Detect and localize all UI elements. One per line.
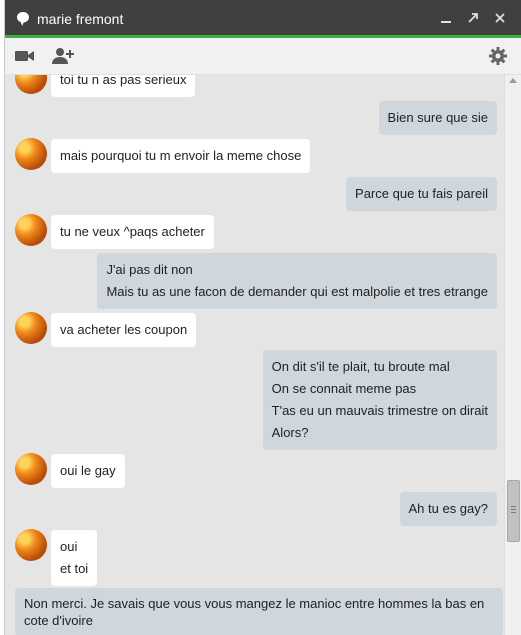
outgoing-message: Ah tu es gay?: [399, 492, 497, 526]
outgoing-message: Bien sure que sie: [378, 101, 497, 135]
scroll-thumb[interactable]: [507, 480, 520, 542]
outgoing-message: Parce que tu fais pareil: [346, 177, 497, 211]
grip-line: [511, 506, 516, 507]
chat-window: marie fremont toi tu n as pas serieux Bi…: [4, 0, 521, 635]
video-call-icon[interactable]: [13, 46, 37, 66]
scroll-up-arrow-icon[interactable]: [509, 78, 517, 83]
contact-avatar: [15, 75, 47, 94]
chat-titlebar[interactable]: marie fremont: [5, 0, 521, 38]
settings-icon[interactable]: [486, 46, 510, 66]
grip-line: [511, 512, 516, 513]
message-scrollbar[interactable]: [504, 75, 521, 635]
add-person-icon[interactable]: [51, 46, 75, 66]
contact-avatar: [15, 453, 47, 485]
incoming-message: tu ne veux ^paqs acheter: [51, 215, 214, 249]
chat-toolbar: [5, 38, 521, 75]
incoming-message: va acheter les coupon: [51, 313, 197, 347]
outgoing-message: Non merci. Je savais que vous vous mange…: [15, 588, 503, 635]
close-icon[interactable]: [491, 9, 509, 27]
incoming-message: oui et toi: [51, 530, 98, 586]
incoming-message: toi tu n as pas serieux: [51, 75, 196, 97]
popout-icon[interactable]: [464, 9, 482, 27]
contact-avatar: [15, 312, 47, 344]
contact-avatar: [15, 529, 47, 561]
message-list[interactable]: toi tu n as pas serieux Bien sure que si…: [5, 75, 504, 635]
outgoing-message: J'ai pas dit non Mais tu as une facon de…: [97, 253, 497, 309]
contact-name[interactable]: marie fremont: [37, 11, 123, 27]
minimize-icon[interactable]: [437, 9, 455, 27]
contact-avatar: [15, 138, 47, 170]
contact-avatar: [15, 214, 47, 246]
outgoing-message: On dit s'il te plait, tu broute mal On s…: [262, 350, 497, 450]
chat-bubble-icon: [16, 11, 30, 26]
grip-line: [511, 509, 516, 510]
incoming-message: oui le gay: [51, 454, 125, 488]
incoming-message: mais pourquoi tu m envoir la meme chose: [51, 139, 311, 173]
